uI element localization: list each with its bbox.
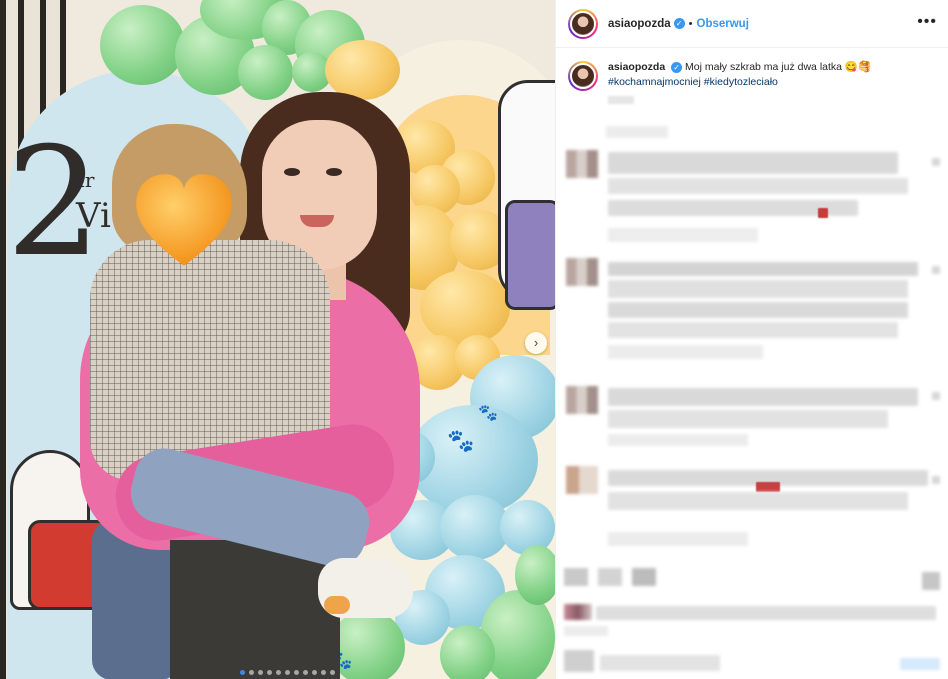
verified-badge-icon: ✓ (671, 61, 683, 73)
sock-toe (324, 596, 350, 614)
orange-heart-icon (136, 174, 232, 266)
hashtag-link[interactable]: #kochamnajmocniej (608, 76, 701, 88)
carousel-dot (267, 670, 272, 675)
likes-text-blurred (596, 606, 936, 620)
save-icon-blurred[interactable] (922, 572, 940, 590)
carousel-dot (285, 670, 290, 675)
balloon (238, 45, 293, 100)
backdrop-text-line2: Vi (76, 196, 111, 236)
comment-like-icon-blurred (932, 158, 940, 166)
comment-avatar-blurred (566, 258, 598, 286)
comment-text-blurred (608, 322, 898, 338)
carousel-dot (258, 670, 263, 675)
comment-avatar-blurred (566, 466, 598, 494)
comment-text-blurred (608, 410, 888, 428)
comment-text-blurred (608, 492, 908, 510)
comment-avatar-blurred (566, 150, 598, 178)
caption-body: Moj mały szkrab ma już dwa latka 😋🥞 (685, 61, 872, 73)
balloon (440, 625, 495, 679)
post-side-panel: asiaopozda ✓ • Obserwuj ••• asiaopozda ✓… (555, 0, 948, 679)
cartoon-cat-right-body (505, 200, 555, 310)
carousel-dot (294, 670, 299, 675)
carousel-dot (312, 670, 317, 675)
comment-icon-blurred[interactable] (598, 568, 622, 586)
backdrop-text-line1: ur (72, 168, 95, 192)
hashtag-link[interactable]: #kiedytozleciało (704, 76, 778, 88)
post-date-blurred (564, 626, 608, 636)
caption-text: asiaopozda ✓ Moj mały szkrab ma już dwa … (608, 60, 871, 91)
comment-meta-blurred (608, 228, 758, 242)
comment-text-blurred (608, 388, 918, 406)
carousel-dot (276, 670, 281, 675)
add-comment-row[interactable] (564, 650, 594, 672)
paw-print-icon: 🐾 (447, 428, 475, 453)
post-photo[interactable]: 2 ur Vi 🐾 🐾 🐾 🐾 › (0, 0, 555, 679)
comment-emoji-blurred (756, 482, 780, 492)
carousel-dot (303, 670, 308, 675)
comment-text-blurred (608, 262, 918, 276)
caption-timestamp-blurred (608, 96, 634, 104)
publish-button-blurred[interactable] (900, 658, 940, 670)
comment-text-blurred (608, 152, 898, 174)
comment-like-icon-blurred (932, 392, 940, 400)
action-bar-blurred (564, 568, 656, 586)
author-username[interactable]: asiaopozda (608, 18, 671, 30)
comment-meta-blurred (608, 434, 748, 446)
caption-avatar[interactable] (568, 61, 598, 91)
balloon (100, 5, 185, 85)
comment-text-blurred (608, 280, 908, 298)
carousel-dot (240, 670, 245, 675)
balloon (325, 40, 400, 100)
comment-like-icon-blurred (932, 266, 940, 274)
carousel-dot (249, 670, 254, 675)
balloon (420, 270, 510, 345)
balloon (515, 545, 555, 605)
comment-meta-blurred (608, 532, 748, 546)
separator-dot: • (688, 17, 693, 30)
comment-like-icon-blurred (932, 476, 940, 484)
carousel-indicators (240, 670, 335, 675)
comment-input-blurred[interactable] (600, 655, 720, 671)
comment-avatar-blurred (566, 386, 598, 414)
woman-eye (326, 168, 342, 176)
comment-text-blurred (608, 302, 908, 318)
likes-avatar-blurred (564, 604, 592, 620)
carousel-next-button[interactable]: › (525, 332, 547, 354)
carousel-dot (330, 670, 335, 675)
comment-text-blurred (608, 178, 908, 194)
author-avatar[interactable] (568, 8, 598, 39)
comments-blurred-label (606, 126, 668, 138)
verified-badge-icon: ✓ (673, 18, 685, 29)
avatar-image (570, 10, 596, 37)
post-caption: asiaopozda ✓ Moj mały szkrab ma już dwa … (568, 60, 938, 91)
comment-emoji-blurred (818, 208, 828, 218)
caption-username[interactable]: asiaopozda (608, 61, 665, 73)
share-icon-blurred[interactable] (632, 568, 656, 586)
comment-meta-blurred (608, 345, 763, 359)
like-icon-blurred[interactable] (564, 568, 588, 586)
woman-eye (284, 168, 300, 176)
emoji-icon-blurred[interactable] (564, 650, 594, 672)
carousel-dot (321, 670, 326, 675)
follow-button[interactable]: Obserwuj (697, 18, 749, 30)
paw-print-icon: 🐾 (478, 405, 498, 422)
more-options-icon[interactable]: ••• (917, 13, 937, 31)
post-header: asiaopozda ✓ • Obserwuj ••• (556, 0, 948, 48)
avatar-image (570, 63, 596, 89)
